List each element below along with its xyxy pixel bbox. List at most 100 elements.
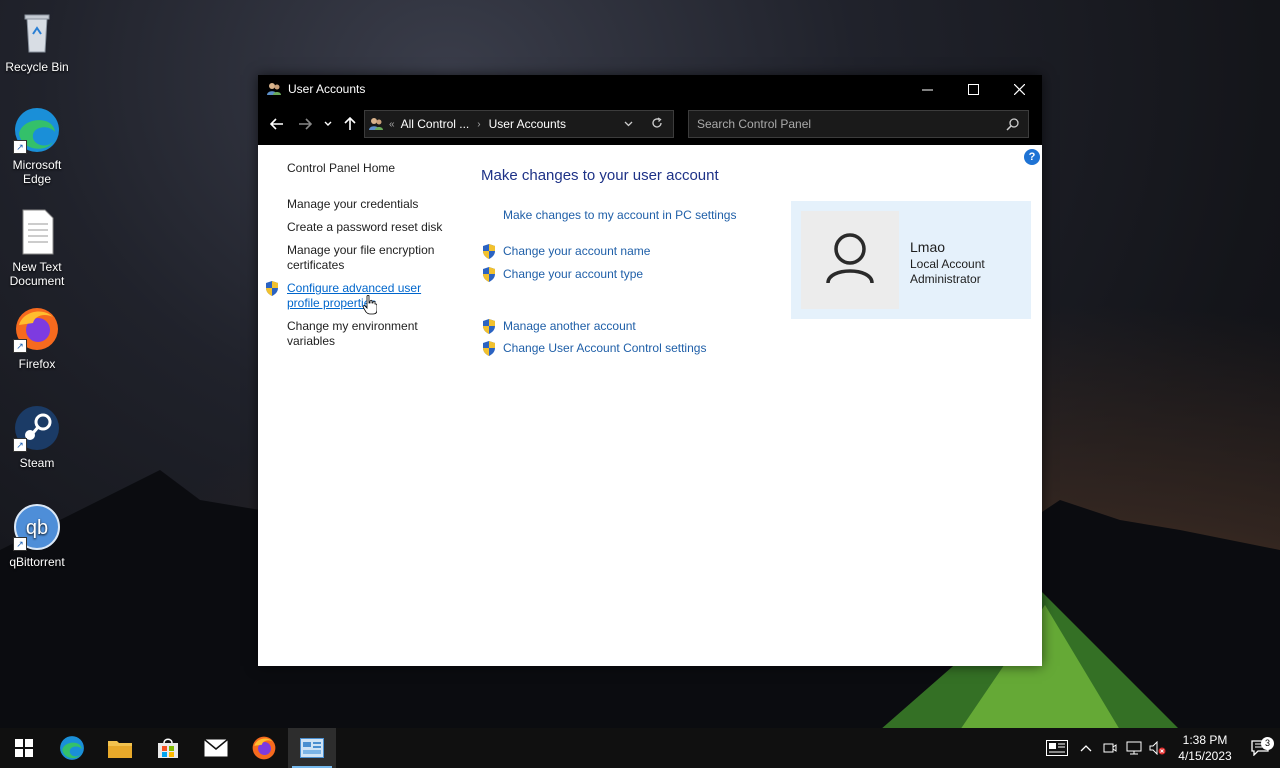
help-button[interactable]: ?	[1024, 149, 1040, 165]
system-tray: 1:38 PM 4/15/2023 3	[1040, 728, 1280, 768]
taskbar-firefox[interactable]	[240, 728, 288, 768]
desktop-icon-label: Firefox	[18, 357, 56, 371]
taskbar-clock[interactable]: 1:38 PM 4/15/2023	[1170, 732, 1240, 764]
back-arrow-icon	[270, 118, 283, 130]
minimize-icon	[921, 89, 933, 90]
window-title: User Accounts	[288, 82, 366, 96]
maximize-button[interactable]	[950, 75, 996, 103]
desktop-icon-qbittorrent[interactable]: qb ↗ qBittorrent	[0, 503, 74, 569]
user-accounts-icon	[369, 118, 383, 130]
taskbar-store[interactable]	[144, 728, 192, 768]
taskbar-control-panel[interactable]	[288, 728, 336, 768]
breadcrumb-user-accounts[interactable]: User Accounts	[489, 117, 566, 131]
control-panel-icon	[300, 738, 324, 758]
network-icon	[1126, 741, 1142, 755]
shortcut-arrow-icon: ↗	[13, 140, 27, 154]
chevron-down-icon	[324, 121, 332, 126]
window-titlebar[interactable]: User Accounts	[258, 75, 1042, 103]
forward-button[interactable]	[291, 110, 319, 138]
up-button[interactable]	[337, 110, 363, 138]
news-icon	[1046, 740, 1068, 756]
desktop-icon-edge[interactable]: ↗ Microsoft Edge	[0, 106, 74, 186]
volume-muted-icon	[1149, 741, 1166, 755]
desktop-icon-label: qBittorrent	[9, 555, 65, 569]
clock-date: 4/15/2023	[1178, 749, 1232, 763]
navigation-bar: « All Control ... › User Accounts Search…	[258, 103, 1042, 145]
breadcrumb-all-control-panel[interactable]: All Control ...	[401, 117, 470, 131]
chevron-down-icon	[624, 121, 633, 126]
volume-button[interactable]	[1146, 728, 1170, 768]
notification-count-badge: 3	[1261, 737, 1274, 750]
user-accounts-icon	[267, 83, 281, 95]
link-uac-settings[interactable]: Change User Account Control settings	[503, 341, 706, 355]
link-manage-another-account[interactable]: Manage another account	[503, 319, 636, 333]
show-hidden-icons-button[interactable]	[1074, 728, 1098, 768]
svg-text:qb: qb	[26, 517, 48, 539]
edge-icon: ↗	[13, 106, 61, 154]
link-change-account-type[interactable]: Change your account type	[503, 267, 643, 281]
uac-shield-icon	[483, 341, 495, 356]
recent-locations-button[interactable]	[319, 110, 337, 138]
firefox-icon: ↗	[13, 305, 61, 353]
uac-shield-icon	[266, 281, 278, 296]
desktop-icon-label: Steam	[19, 456, 55, 470]
recycle-bin-icon	[13, 8, 61, 56]
sidebar-item-environment-variables[interactable]: Change my environment variables	[287, 319, 447, 349]
mail-icon	[204, 739, 228, 757]
desktop-icon-firefox[interactable]: ↗ Firefox	[0, 305, 74, 371]
link-pc-settings[interactable]: Make changes to my account in PC setting…	[503, 208, 736, 222]
camera-icon	[1103, 743, 1117, 753]
desktop-icon-steam[interactable]: ↗ Steam	[0, 404, 74, 470]
clock-time: 1:38 PM	[1182, 733, 1228, 747]
action-center-button[interactable]: 3	[1240, 737, 1280, 756]
shortcut-arrow-icon: ↗	[13, 339, 27, 353]
control-panel-content: ? Control Panel Home Manage your credent…	[258, 145, 1042, 666]
uac-shield-icon	[483, 244, 495, 259]
account-type: Local Account	[910, 257, 985, 271]
desktop-icon-recycle-bin[interactable]: Recycle Bin	[0, 8, 74, 74]
close-button[interactable]	[996, 75, 1042, 103]
start-icon	[15, 739, 33, 757]
address-dropdown-button[interactable]	[624, 119, 633, 130]
account-name: Lmao	[910, 239, 946, 255]
hand-pointer-icon	[363, 295, 377, 315]
news-widget-button[interactable]	[1040, 728, 1074, 768]
search-input[interactable]: Search Control Panel	[688, 110, 1029, 138]
refresh-button[interactable]	[651, 116, 663, 132]
firefox-icon	[252, 736, 276, 760]
search-placeholder: Search Control Panel	[697, 117, 812, 131]
breadcrumb-separator[interactable]: ›	[477, 119, 480, 130]
meet-now-button[interactable]	[1098, 728, 1122, 768]
desktop-icon-text-document[interactable]: New Text Document	[0, 208, 74, 288]
up-arrow-icon	[344, 117, 356, 130]
back-button[interactable]	[263, 110, 291, 138]
sidebar-item-file-encryption[interactable]: Manage your file encryption certificates	[287, 243, 447, 273]
account-card: Lmao Local Account Administrator	[791, 201, 1031, 319]
address-bar[interactable]: « All Control ... › User Accounts	[364, 110, 674, 138]
sidebar-item-manage-credentials[interactable]: Manage your credentials	[287, 197, 447, 212]
desktop-icon-label: Recycle Bin	[5, 60, 69, 74]
taskbar-edge[interactable]	[48, 728, 96, 768]
breadcrumb-overflow[interactable]: «	[389, 119, 395, 130]
taskbar-file-explorer[interactable]	[96, 728, 144, 768]
network-button[interactable]	[1122, 728, 1146, 768]
sidebar-item-password-reset-disk[interactable]: Create a password reset disk	[287, 220, 447, 235]
desktop-icon-label: Microsoft Edge	[12, 158, 62, 186]
taskbar-mail[interactable]	[192, 728, 240, 768]
avatar	[801, 211, 899, 309]
user-accounts-window: User Accounts « All Control ... › User A…	[258, 75, 1042, 666]
shortcut-arrow-icon: ↗	[13, 537, 27, 551]
text-document-icon	[13, 208, 61, 256]
link-change-account-name[interactable]: Change your account name	[503, 244, 650, 258]
edge-icon	[60, 736, 84, 760]
refresh-icon	[652, 116, 662, 128]
search-icon[interactable]	[1006, 117, 1020, 131]
uac-shield-icon	[483, 319, 495, 334]
forward-arrow-icon	[299, 118, 312, 130]
chevron-up-icon	[1080, 745, 1092, 752]
uac-shield-icon	[483, 267, 495, 282]
start-button[interactable]	[0, 728, 48, 768]
account-role: Administrator	[910, 272, 981, 286]
minimize-button[interactable]	[904, 75, 950, 103]
sidebar-control-panel-home[interactable]: Control Panel Home	[287, 161, 447, 176]
